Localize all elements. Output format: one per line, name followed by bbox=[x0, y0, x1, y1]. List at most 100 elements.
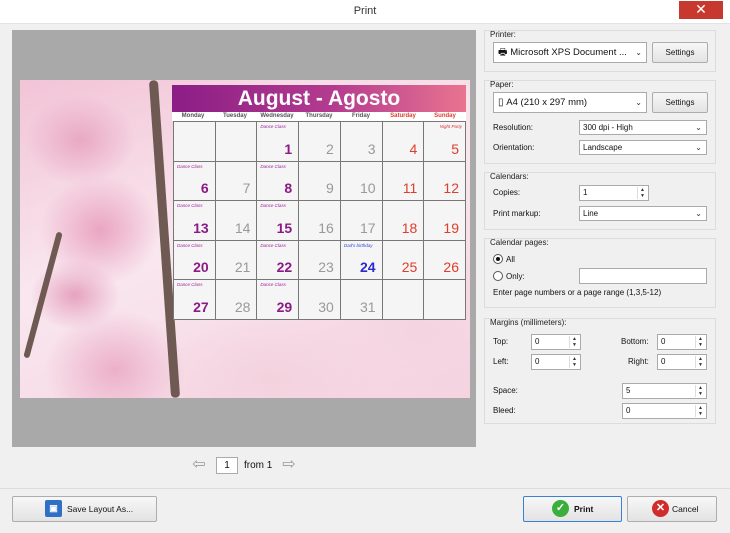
calendar-day-cell bbox=[382, 280, 424, 319]
day-number: 12 bbox=[443, 180, 459, 197]
printer-settings-button[interactable]: Settings bbox=[652, 42, 708, 63]
bottom-margin-value: 0 bbox=[661, 337, 666, 346]
only-pages-input[interactable] bbox=[579, 268, 707, 284]
day-number: 16 bbox=[318, 219, 334, 236]
day-number: 3 bbox=[367, 140, 376, 157]
day-note: Dance Class bbox=[260, 282, 286, 288]
day-name: Monday bbox=[181, 113, 205, 119]
calendar-day-cell: Dance Class 13 bbox=[174, 201, 215, 240]
previous-page-arrow-icon[interactable]: ⇦ bbox=[190, 457, 208, 473]
chevron-down-icon: ⌄ bbox=[695, 123, 702, 132]
stepper-arrows-icon[interactable]: ▲ ▼ bbox=[695, 336, 705, 348]
day-number: 28 bbox=[234, 298, 251, 315]
next-page-arrow-icon[interactable]: ⇨ bbox=[280, 457, 298, 473]
stepper-arrows-icon[interactable]: ▲ ▼ bbox=[695, 356, 705, 368]
day-number: 18 bbox=[401, 219, 418, 236]
all-pages-radio[interactable] bbox=[493, 254, 503, 264]
chevron-down-icon: ⌄ bbox=[695, 209, 702, 218]
margins-section-label: Margins (millimeters): bbox=[490, 318, 567, 327]
stepper-arrows-icon[interactable]: ▲ ▼ bbox=[695, 385, 705, 397]
day-number: 25 bbox=[401, 259, 418, 276]
cancel-x-icon: ✕ bbox=[652, 500, 669, 517]
calendar-day-cell bbox=[424, 280, 465, 319]
print-markup-label: Print markup: bbox=[493, 209, 541, 218]
resolution-select[interactable]: 300 dpi - High ⌄ bbox=[579, 120, 707, 135]
printer-select[interactable]: 🖶 Microsoft XPS Document ... ⌄ bbox=[493, 42, 647, 63]
left-margin-stepper[interactable]: 0 ▲ ▼ bbox=[531, 354, 581, 370]
calendar-day-cell: Dance Class 27 bbox=[174, 280, 215, 319]
day-number: 5 bbox=[451, 140, 459, 157]
calendar-day-cell: 12 bbox=[424, 161, 465, 201]
calendar-day-cell: Dance Class 15 bbox=[257, 201, 299, 240]
calendar-day-cell: Night Party 5 bbox=[424, 122, 465, 161]
day-number: 8 bbox=[284, 180, 293, 197]
calendar-day-cell: 31 bbox=[340, 280, 382, 319]
only-pages-radio[interactable] bbox=[493, 271, 503, 281]
calendar-day-cell: Dance Class 20 bbox=[174, 240, 215, 280]
checkmark-icon: ✓ bbox=[552, 500, 569, 517]
calendar-day-cell: Dance Class 8 bbox=[257, 161, 299, 201]
cancel-button[interactable]: ✕ Cancel bbox=[627, 496, 717, 522]
calendar-day-cell: 14 bbox=[215, 201, 257, 240]
bleed-stepper[interactable]: 0 ▲ ▼ bbox=[622, 403, 707, 419]
calendar-day-cell: Dance Class 29 bbox=[257, 280, 299, 319]
paper-settings-button[interactable]: Settings bbox=[652, 92, 708, 113]
save-layout-button[interactable]: ▣ Save Layout As... bbox=[12, 496, 157, 522]
day-number: 30 bbox=[318, 298, 334, 315]
window-title: Print bbox=[353, 5, 377, 17]
bottom-margin-stepper[interactable]: 0 ▲ ▼ bbox=[657, 334, 707, 350]
calendar-day-cell: 23 bbox=[299, 240, 340, 280]
day-number: 10 bbox=[359, 180, 376, 197]
paper-value: A4 (210 x 297 mm) bbox=[506, 97, 588, 108]
orientation-select[interactable]: Landscape ⌄ bbox=[579, 140, 707, 155]
calendar-day-cell: Dance Class 6 bbox=[174, 161, 215, 201]
calendars-section-label: Calendars: bbox=[490, 172, 529, 181]
calendar-day-cell: 25 bbox=[382, 240, 424, 280]
page-number-input[interactable]: 1 bbox=[216, 457, 238, 474]
only-pages-label: Only: bbox=[506, 272, 525, 281]
calendar-pages-group: Calendar pages: All Only: Enter page num… bbox=[484, 238, 716, 308]
save-layout-label: Save Layout As... bbox=[67, 504, 134, 514]
day-number: 26 bbox=[443, 259, 459, 276]
stepper-arrows-icon[interactable]: ▲ ▼ bbox=[569, 336, 579, 348]
calendar-day-cell: 9 bbox=[299, 161, 340, 201]
calendar-day-cell: 10 bbox=[340, 161, 382, 201]
page-count-label: from 1 bbox=[244, 460, 273, 471]
day-number: 15 bbox=[276, 219, 293, 236]
paper-select[interactable]: ▯ A4 (210 x 297 mm) ⌄ bbox=[493, 92, 647, 113]
day-number: 2 bbox=[326, 140, 334, 157]
calendar-day-cell: 19 bbox=[424, 201, 465, 240]
stepper-arrows-icon[interactable]: ▲ ▼ bbox=[637, 187, 647, 199]
print-markup-value: Line bbox=[583, 209, 599, 218]
stepper-arrows-icon[interactable]: ▲ ▼ bbox=[569, 356, 579, 368]
calendar-day-cell: 26 bbox=[424, 240, 465, 280]
copies-stepper[interactable]: 1 ▲ ▼ bbox=[579, 185, 649, 201]
print-button[interactable]: ✓ Print bbox=[523, 496, 622, 522]
top-margin-stepper[interactable]: 0 ▲ ▼ bbox=[531, 334, 581, 350]
chevron-down-icon: ⌄ bbox=[695, 143, 702, 152]
space-stepper[interactable]: 5 ▲ ▼ bbox=[622, 383, 707, 399]
day-note: Dance Class bbox=[260, 163, 286, 169]
right-margin-stepper[interactable]: 0 ▲ ▼ bbox=[657, 354, 707, 370]
stepper-arrows-icon[interactable]: ▲ ▼ bbox=[695, 405, 705, 417]
day-number: 17 bbox=[359, 219, 376, 236]
print-markup-select[interactable]: Line ⌄ bbox=[579, 206, 707, 221]
resolution-label: Resolution: bbox=[493, 123, 534, 132]
calendar-day-cell: 18 bbox=[382, 201, 424, 240]
day-name: Sunday bbox=[434, 113, 456, 119]
printer-group: Printer: 🖶 Microsoft XPS Document ... ⌄ … bbox=[484, 30, 716, 72]
day-number: 6 bbox=[200, 180, 209, 197]
day-number: 27 bbox=[193, 298, 209, 315]
calendar-day-cell: 30 bbox=[299, 280, 340, 319]
day-number: 21 bbox=[234, 259, 251, 276]
day-number: 7 bbox=[242, 180, 251, 197]
cancel-label: Cancel bbox=[672, 504, 699, 514]
day-note: Dad's birthday bbox=[343, 242, 373, 248]
calendar-month-header: August - Agosto bbox=[172, 85, 466, 112]
close-button[interactable]: ✕ bbox=[679, 1, 723, 19]
day-note: Dance Class bbox=[260, 242, 286, 248]
day-name: Tuesday bbox=[223, 113, 247, 119]
calendar-pages-section-label: Calendar pages: bbox=[490, 238, 549, 247]
calendar-day-cell bbox=[174, 122, 215, 161]
all-pages-label: All bbox=[506, 255, 515, 264]
